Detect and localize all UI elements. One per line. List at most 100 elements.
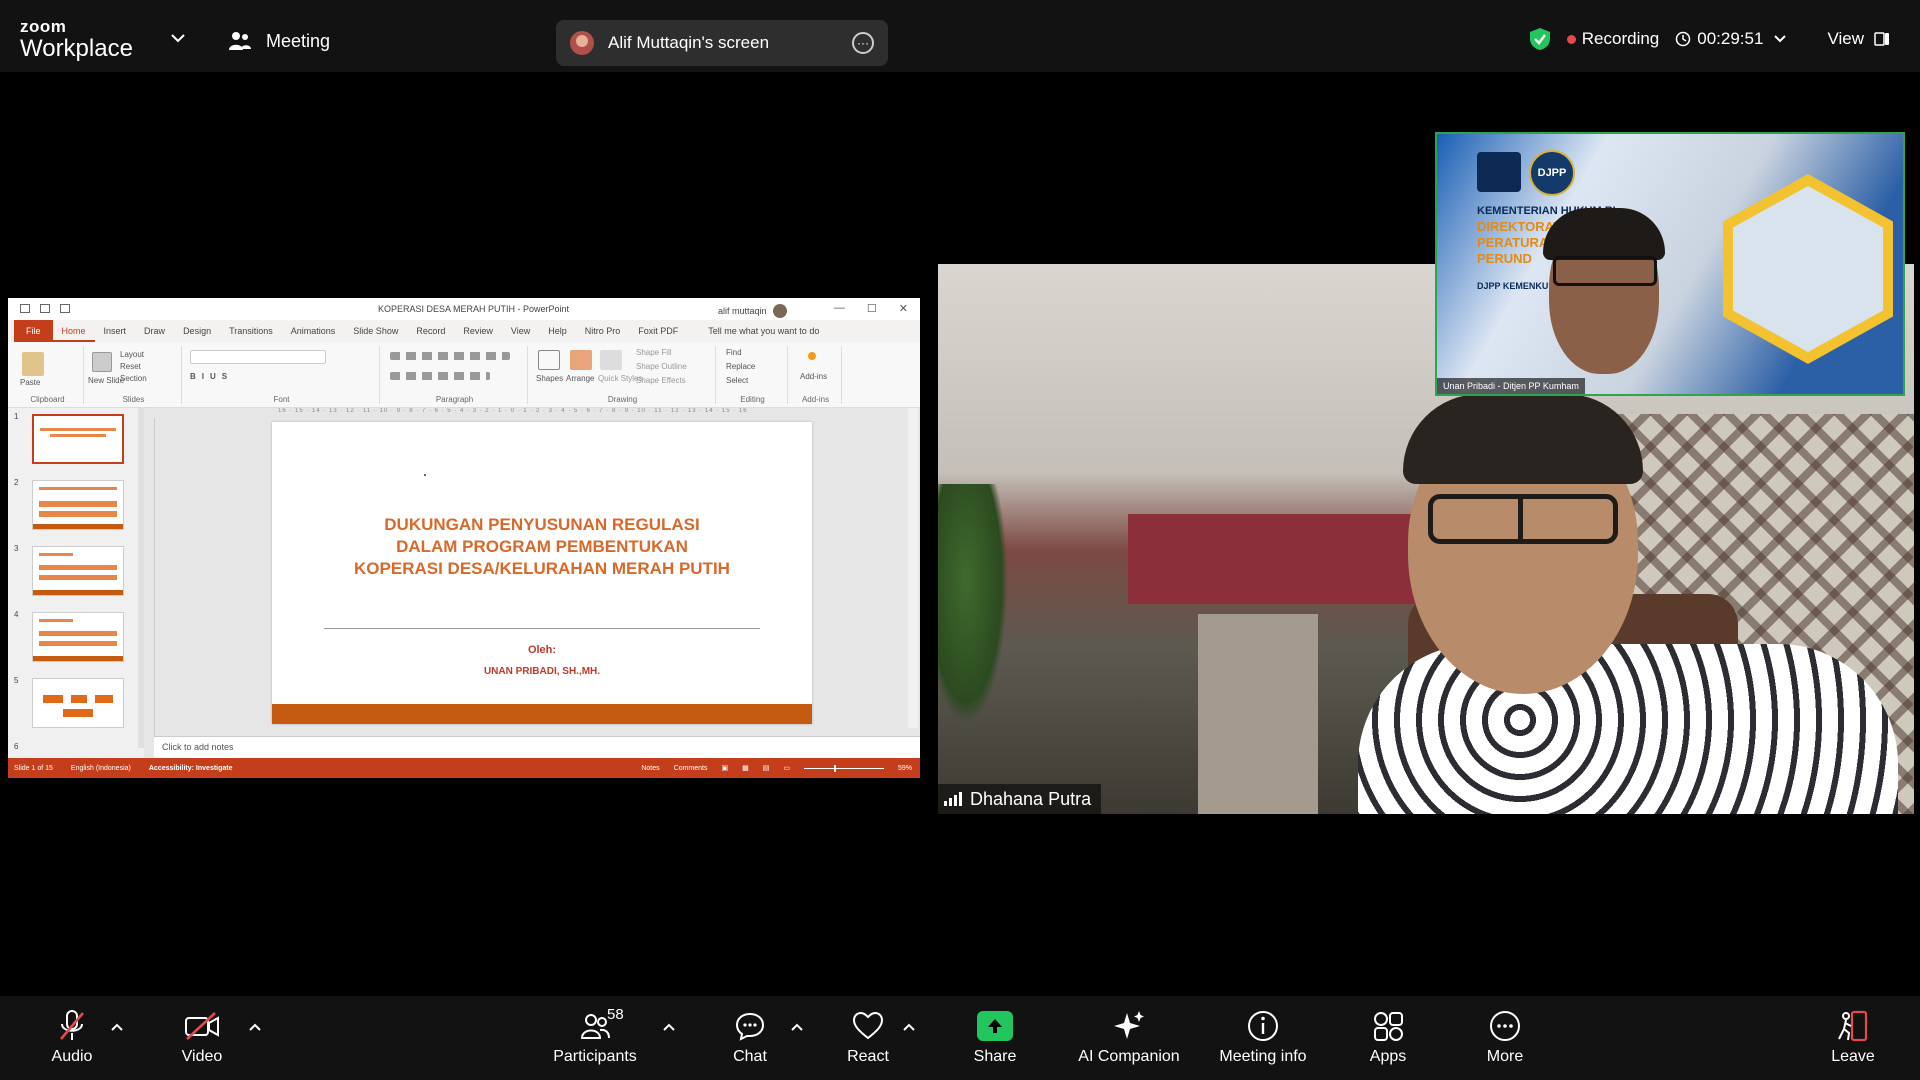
meeting-info-button[interactable]: Meeting info — [1198, 1008, 1328, 1074]
language-indicator[interactable]: English (Indonesia) — [71, 765, 131, 772]
apps-button[interactable]: Apps — [1338, 1008, 1438, 1074]
tab-home[interactable]: Home — [52, 320, 95, 342]
paste-icon[interactable] — [22, 352, 44, 376]
tab-animations[interactable]: Animations — [282, 320, 345, 342]
more-options-icon[interactable]: ··· — [852, 32, 874, 54]
recording-label: Recording — [1581, 29, 1660, 48]
zoom-slider[interactable] — [803, 764, 884, 772]
chevron-up-icon[interactable] — [790, 1022, 804, 1032]
audio-button[interactable]: Audio — [22, 1008, 122, 1074]
recording-indicator[interactable]: Recording — [1566, 29, 1660, 49]
slide-scrollbar[interactable] — [908, 408, 918, 728]
tab-help[interactable]: Help — [539, 320, 576, 342]
zoom-level[interactable]: 59% — [898, 765, 912, 772]
chat-button[interactable]: Chat — [700, 1008, 800, 1074]
ppt-user[interactable]: alif muttaqin — [718, 304, 787, 318]
chevron-up-icon[interactable] — [248, 1022, 262, 1032]
select-button[interactable]: Select — [726, 376, 748, 385]
save-icon[interactable] — [20, 304, 30, 313]
slide-number: 6 — [14, 742, 19, 751]
add-ins-label: Add-ins — [800, 372, 828, 381]
zoom-logo[interactable]: zoom Workplace — [20, 18, 133, 61]
chevron-up-icon[interactable] — [902, 1022, 916, 1032]
shape-outline-button[interactable]: Shape Outline — [636, 362, 687, 371]
video-button[interactable]: Video — [152, 1008, 252, 1074]
slide-author[interactable]: UNAN PRIBADI, SH.,MH. — [272, 666, 812, 677]
top-bar: zoom Workplace Meeting Alif Muttaqin's s… — [0, 0, 1920, 72]
notes-toggle[interactable]: Notes — [641, 765, 659, 772]
quick-styles-icon[interactable] — [600, 350, 622, 370]
tab-nitro-pro[interactable]: Nitro Pro — [576, 320, 630, 342]
slide-number: 5 — [14, 676, 19, 685]
shapes-label: Shapes — [536, 374, 564, 383]
tab-draw[interactable]: Draw — [135, 320, 174, 342]
close-icon[interactable]: ✕ — [899, 302, 908, 315]
participants-button[interactable]: 58 Participants — [545, 1006, 645, 1074]
slide-thumbnail[interactable]: 5 — [12, 676, 138, 736]
ai-companion-button[interactable]: AI Companion — [1064, 1008, 1194, 1074]
tab-view[interactable]: View — [502, 320, 539, 342]
shape-fill-button[interactable]: Shape Fill — [636, 348, 672, 357]
slideshow-icon[interactable]: ▭ — [783, 764, 790, 772]
shapes-icon[interactable] — [538, 350, 560, 370]
tab-record[interactable]: Record — [407, 320, 454, 342]
slide-thumbnail[interactable]: 2 — [12, 478, 138, 538]
arrange-icon[interactable] — [570, 350, 592, 370]
slide-oleh[interactable]: Oleh: — [272, 644, 812, 656]
normal-view-icon[interactable]: ▣ — [721, 764, 728, 772]
reset-button[interactable]: Reset — [120, 362, 141, 371]
replace-button[interactable]: Replace — [726, 362, 755, 371]
tab-file[interactable]: File — [14, 320, 53, 342]
self-view-video[interactable]: DJPP KEMENTERIAN HUKUM RI DIREKTORAT PER… — [1435, 132, 1905, 396]
accessibility-indicator[interactable]: Accessibility: Investigate — [149, 765, 233, 772]
add-ins-icon[interactable] — [808, 352, 816, 360]
meeting-menu[interactable]: Meeting — [228, 26, 330, 56]
new-slide-icon[interactable] — [92, 352, 112, 372]
chevron-up-icon[interactable] — [110, 1022, 124, 1032]
minimize-icon[interactable]: — — [834, 302, 845, 315]
shape-effects-button[interactable]: Shape Effects — [636, 376, 686, 385]
alignment-controls[interactable] — [390, 372, 490, 380]
quick-access-toolbar[interactable] — [20, 304, 70, 313]
encryption-shield-icon[interactable] — [1529, 27, 1551, 51]
screen-share-indicator[interactable]: Alif Muttaqin's screen ··· — [556, 20, 888, 66]
section-button[interactable]: Section — [120, 374, 147, 383]
shared-screen[interactable]: KOPERASI DESA MERAH PUTIH - PowerPoint a… — [8, 298, 920, 778]
slide-thumbnail[interactable]: 3 — [12, 544, 138, 604]
tab-design[interactable]: Design — [174, 320, 220, 342]
share-button[interactable]: Share — [945, 1008, 1045, 1074]
slide-title[interactable]: DUKUNGAN PENYUSUNAN REGULASI DALAM PROGR… — [272, 514, 812, 580]
chevron-down-icon[interactable] — [170, 32, 186, 44]
redo-icon[interactable] — [60, 304, 70, 313]
slide-thumbnail[interactable]: 1 — [12, 412, 138, 472]
comments-toggle[interactable]: Comments — [674, 765, 708, 772]
chevron-up-icon[interactable] — [662, 1022, 676, 1032]
slide-thumbnail[interactable]: 4 — [12, 610, 138, 670]
notes-pane[interactable]: Click to add notes — [154, 736, 920, 758]
paragraph-controls[interactable] — [390, 352, 510, 360]
tab-transitions[interactable]: Transitions — [220, 320, 282, 342]
paste-label: Paste — [20, 378, 41, 387]
leave-button[interactable]: Leave — [1803, 1008, 1903, 1074]
tab-insert[interactable]: Insert — [95, 320, 136, 342]
view-button[interactable]: View — [1827, 29, 1890, 49]
find-button[interactable]: Find — [726, 348, 742, 357]
reading-view-icon[interactable]: ▤ — [763, 764, 770, 772]
font-name-dropdown[interactable] — [190, 350, 326, 364]
maximize-icon[interactable]: ☐ — [867, 302, 877, 315]
layout-button[interactable]: Layout — [120, 350, 144, 359]
react-button[interactable]: React — [818, 1008, 918, 1074]
slide-sorter-icon[interactable]: ▦ — [742, 764, 749, 772]
current-slide[interactable]: DUKUNGAN PENYUSUNAN REGULASI DALAM PROGR… — [272, 422, 812, 724]
meeting-status: Recording 00:29:51 View — [1529, 22, 1890, 56]
meeting-timer[interactable]: 00:29:51 — [1675, 29, 1787, 49]
tell-me-search[interactable]: Tell me what you want to do — [699, 320, 828, 342]
tab-review[interactable]: Review — [454, 320, 502, 342]
more-button[interactable]: More — [1455, 1008, 1555, 1074]
undo-icon[interactable] — [40, 304, 50, 313]
tab-foxit-pdf[interactable]: Foxit PDF — [629, 320, 687, 342]
new-slide-label: New Slide — [88, 376, 125, 385]
thumbnails-scrollbar[interactable] — [138, 408, 144, 748]
timer-value: 00:29:51 — [1697, 29, 1764, 48]
tab-slide-show[interactable]: Slide Show — [344, 320, 407, 342]
